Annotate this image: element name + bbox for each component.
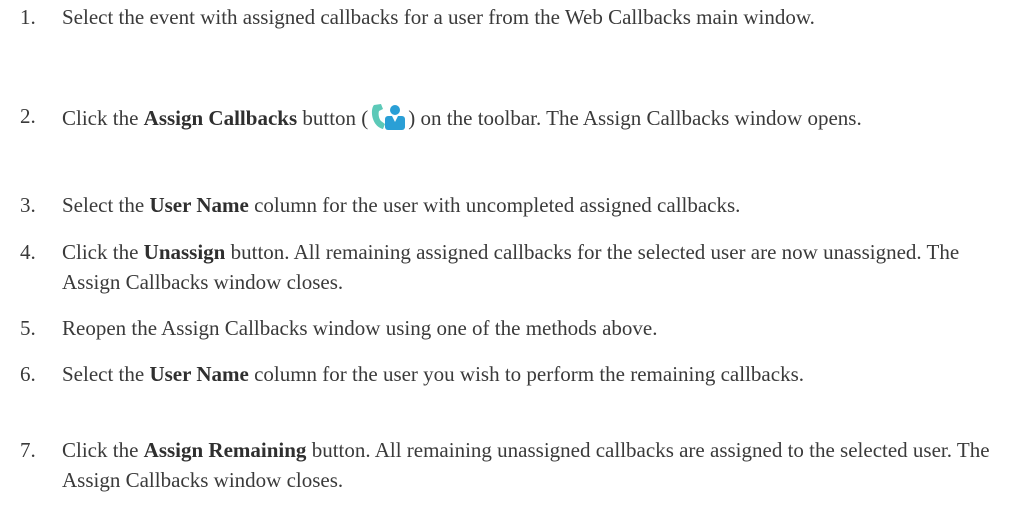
step-number: 2. [20, 104, 36, 128]
step-text-part: Click the [62, 438, 144, 462]
step-number: 3. [20, 193, 36, 217]
ui-term-assign-remaining: Assign Remaining [143, 438, 307, 462]
step-text-part: column for the user you wish to perform … [248, 362, 804, 386]
step-number: 5. [20, 316, 36, 340]
step-text-part: Select the [62, 193, 150, 217]
ui-term-user-name: User Name [149, 362, 249, 386]
step-text-part: column for the user with uncompleted ass… [248, 193, 741, 217]
step-text-part: ) on the toolbar. The Assign Callbacks w… [408, 106, 862, 130]
ui-term-unassign: Unassign [143, 240, 226, 264]
step-text: Click the Unassign button. All remaining… [62, 237, 1002, 297]
step-text-part: button ( [297, 106, 369, 130]
step-text-part: Reopen the Assign Callbacks window using… [62, 316, 658, 340]
assign-callbacks-icon [372, 104, 406, 130]
step-text: Select the event with assigned callbacks… [62, 2, 1002, 32]
step-number: 1. [20, 5, 36, 29]
ui-term-assign-callbacks: Assign Callbacks [143, 106, 298, 130]
step-text: Click the Assign Remaining button. All r… [62, 435, 1002, 495]
step-number: 6. [20, 362, 36, 386]
step-number: 7. [20, 438, 36, 462]
step-text-part: Select the [62, 362, 150, 386]
step-text: Reopen the Assign Callbacks window using… [62, 313, 1002, 343]
step-text-part: Select the event with assigned callbacks… [62, 5, 815, 29]
step-text: Click the Assign Callbacks button ( ) on… [62, 101, 1002, 133]
step-number: 4. [20, 240, 36, 264]
ui-term-user-name: User Name [149, 193, 249, 217]
step-text-part: Click the [62, 240, 144, 264]
step-text: Select the User Name column for the user… [62, 190, 1002, 220]
step-text: Select the User Name column for the user… [62, 359, 1002, 389]
step-text-part: Click the [62, 106, 144, 130]
